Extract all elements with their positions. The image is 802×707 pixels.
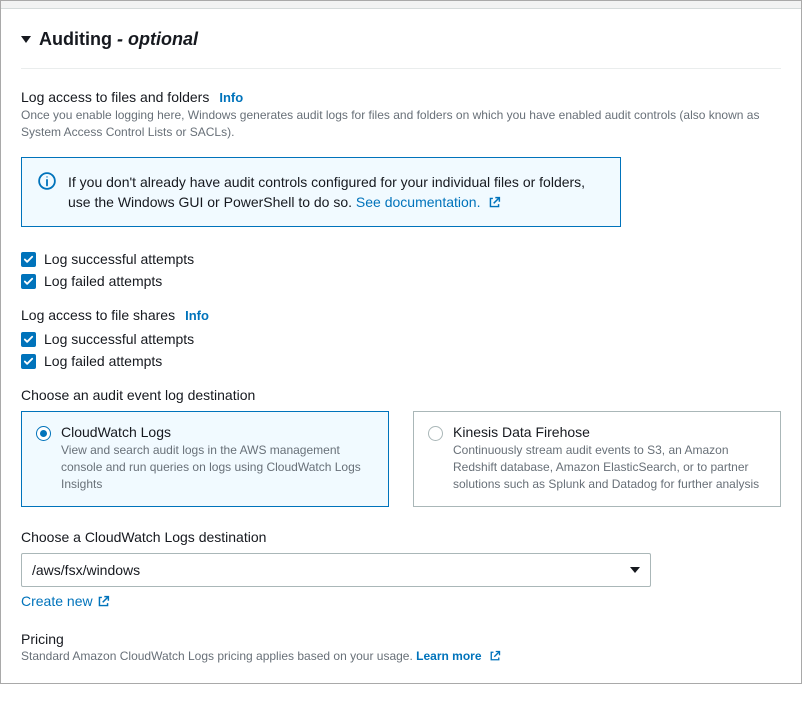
radio-icon [428, 426, 443, 441]
alert-text-prefix: If you don't already have audit controls… [68, 174, 585, 210]
auditing-panel: Auditing - optional Log access to files … [0, 0, 802, 684]
panel-top-strip [1, 1, 801, 9]
audit-controls-alert: If you don't already have audit controls… [21, 157, 621, 228]
section-header-auditing[interactable]: Auditing - optional [21, 23, 781, 69]
section-title: Auditing - optional [39, 29, 198, 50]
radio-title: Kinesis Data Firehose [453, 424, 766, 440]
pricing-text: Standard Amazon CloudWatch Logs pricing … [21, 649, 781, 663]
learn-more-link[interactable]: Learn more [416, 649, 501, 663]
see-documentation-label: See documentation. [356, 194, 481, 210]
cw-destination-select[interactable]: /aws/fsx/windows [21, 553, 651, 587]
checkbox-icon [21, 274, 36, 289]
checkbox-label: Log successful attempts [44, 331, 194, 347]
file-shares-info-link[interactable]: Info [185, 308, 209, 323]
radio-title: CloudWatch Logs [61, 424, 374, 440]
radio-card-cloudwatch-logs[interactable]: CloudWatch Logs View and search audit lo… [21, 411, 389, 507]
radio-card-kinesis-firehose[interactable]: Kinesis Data Firehose Continuously strea… [413, 411, 781, 507]
alert-text: If you don't already have audit controls… [68, 172, 604, 213]
external-link-icon [488, 196, 501, 209]
section-title-optional: - optional [117, 29, 198, 49]
checkbox-files-successful[interactable]: Log successful attempts [21, 251, 781, 267]
checkbox-label: Log successful attempts [44, 251, 194, 267]
external-link-icon [489, 650, 501, 662]
cw-destination-label: Choose a CloudWatch Logs destination [21, 529, 781, 545]
caret-down-icon [21, 36, 31, 43]
checkbox-shares-successful[interactable]: Log successful attempts [21, 331, 781, 347]
files-folders-label: Log access to files and folders [21, 89, 209, 105]
select-value: /aws/fsx/windows [32, 562, 140, 578]
chevron-down-icon [630, 567, 640, 573]
pricing-label: Pricing [21, 631, 781, 647]
destination-label: Choose an audit event log destination [21, 387, 781, 403]
checkbox-icon [21, 354, 36, 369]
see-documentation-link[interactable]: See documentation. [356, 194, 501, 210]
checkbox-icon [21, 252, 36, 267]
learn-more-label: Learn more [416, 649, 481, 663]
files-folders-info-link[interactable]: Info [219, 90, 243, 105]
external-link-icon [97, 595, 110, 608]
checkbox-files-failed[interactable]: Log failed attempts [21, 273, 781, 289]
file-shares-label: Log access to file shares [21, 307, 175, 323]
checkbox-shares-failed[interactable]: Log failed attempts [21, 353, 781, 369]
files-folders-help: Once you enable logging here, Windows ge… [21, 107, 781, 141]
checkbox-label: Log failed attempts [44, 273, 162, 289]
checkbox-icon [21, 332, 36, 347]
info-icon [38, 172, 56, 190]
section-title-text: Auditing [39, 29, 112, 49]
create-new-link[interactable]: Create new [21, 593, 110, 609]
create-new-label: Create new [21, 593, 93, 609]
radio-desc: View and search audit logs in the AWS ma… [61, 442, 374, 492]
radio-desc: Continuously stream audit events to S3, … [453, 442, 766, 492]
pricing-text-body: Standard Amazon CloudWatch Logs pricing … [21, 649, 416, 663]
radio-icon [36, 426, 51, 441]
checkbox-label: Log failed attempts [44, 353, 162, 369]
